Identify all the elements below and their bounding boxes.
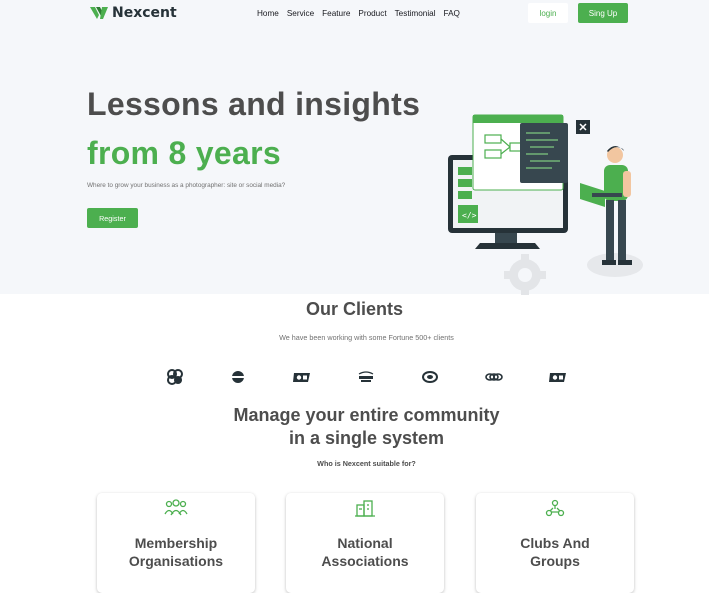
card-membership-organisations[interactable]: Membership Organisations — [97, 493, 255, 593]
community-title-line2: in a single system — [288, 428, 445, 448]
login-button[interactable]: login — [528, 3, 568, 23]
gear-icon — [504, 254, 546, 295]
card-title-line1: National — [337, 535, 393, 551]
nav-item-product[interactable]: Product — [358, 9, 386, 18]
card-title-line1: Clubs And — [520, 535, 590, 551]
card-title: Clubs And Groups — [476, 534, 634, 570]
card-title: National Associations — [286, 534, 444, 570]
card-icon-wrap — [286, 499, 444, 517]
nav-item-home[interactable]: Home — [257, 9, 279, 18]
people-group-icon — [164, 499, 188, 516]
register-button[interactable]: Register — [87, 208, 138, 228]
card-title-line1: Membership — [134, 535, 218, 551]
nav-item-faq[interactable]: FAQ — [444, 9, 460, 18]
buildings-icon — [355, 500, 375, 517]
client-logo-5-icon — [422, 371, 438, 383]
nav-item-feature[interactable]: Feature — [322, 9, 350, 18]
hero-subtitle: Where to grow your business as a photogr… — [87, 182, 286, 189]
nav-item-service[interactable]: Service — [287, 9, 314, 18]
clients-title: Our Clients — [305, 299, 403, 319]
hero-illustration: </> — [448, 114, 643, 295]
clients-subtitle: We have been working with some Fortune 5… — [279, 333, 454, 342]
network-icon — [545, 499, 565, 517]
main-nav: Home Service Feature Product Testimonial… — [257, 9, 460, 18]
community-title: Manage your entire community in a single… — [0, 404, 709, 450]
client-logo-4-icon — [358, 371, 374, 382]
client-logo-7-icon — [549, 373, 566, 382]
card-title: Membership Organisations — [97, 534, 255, 570]
client-logo-6-icon — [485, 373, 503, 381]
brand-name: Nexcent — [112, 5, 177, 21]
card-title-line2: Groups — [530, 553, 580, 569]
hero-title-line2: from 8 years — [87, 135, 281, 171]
nav-item-testimonial[interactable]: Testimonial — [395, 9, 436, 18]
card-title-line2: Organisations — [128, 553, 224, 569]
client-logo-1-icon — [167, 369, 183, 385]
card-icon-wrap — [97, 499, 255, 517]
client-logo-3-icon — [293, 373, 310, 382]
card-clubs-and-groups[interactable]: Clubs And Groups — [476, 493, 634, 593]
hero-title-line1: Lessons and insights — [87, 86, 421, 122]
signup-button[interactable]: Sing Up — [578, 3, 628, 23]
card-icon-wrap — [476, 499, 634, 517]
community-title-line1: Manage your entire community — [233, 405, 500, 425]
card-national-associations[interactable]: National Associations — [286, 493, 444, 593]
header-bar: Nexcent Home Service Feature Product Tes… — [0, 0, 709, 27]
community-subtitle: Who is Nexcent suitable for? — [317, 459, 416, 468]
svg-text:</>: </> — [462, 211, 477, 220]
nexcent-logo-icon — [90, 7, 108, 19]
client-logo-2-icon — [231, 371, 245, 383]
brand-logo[interactable]: Nexcent — [90, 5, 177, 21]
card-title-line2: Associations — [321, 553, 409, 569]
